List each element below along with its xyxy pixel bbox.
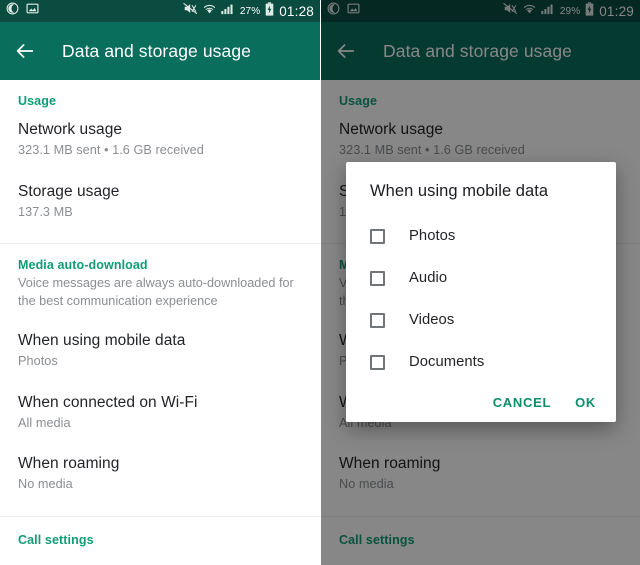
- list-item-subtitle: No media: [18, 477, 73, 492]
- back-arrow-icon[interactable]: [14, 40, 36, 62]
- checkbox-unchecked-icon[interactable]: [370, 354, 385, 370]
- dialog-option-label: Documents: [409, 354, 485, 370]
- dialog-option-list: Photos Audio Videos Documents: [346, 215, 616, 383]
- section-header-usage: Usage: [18, 94, 57, 108]
- list-item-title: Storage usage: [18, 182, 120, 200]
- battery-percent-label: 27%: [239, 5, 261, 17]
- list-item-storage-usage[interactable]: Storage usage 137.3 MB: [0, 160, 320, 222]
- clock-label: 01:28: [279, 3, 314, 19]
- list-item-title: When roaming: [18, 455, 120, 473]
- list-item-when-using-mobile-data[interactable]: When using mobile data Photos: [0, 310, 320, 371]
- moon-icon: [6, 2, 19, 20]
- media-auto-download-blurb: Voice messages are always auto-downloade…: [18, 276, 294, 308]
- dialog-option-videos[interactable]: Videos: [346, 299, 616, 341]
- vibrate-off-icon: [183, 2, 198, 20]
- list-item-title: When connected on Wi-Fi: [18, 393, 198, 411]
- list-item-network-usage[interactable]: Network usage 323.1 MB sent • 1.6 GB rec…: [0, 108, 320, 160]
- checkbox-unchecked-icon[interactable]: [370, 270, 385, 286]
- phone-screen-list: 27% 01:28 Data and storage usage Usage N…: [0, 0, 320, 565]
- dialog-option-label: Videos: [409, 312, 455, 328]
- screenshot-icon: [26, 2, 39, 20]
- dialog-actions: CANCEL OK: [346, 383, 616, 416]
- list-item-when-connected-on-wifi[interactable]: When connected on Wi-Fi All media: [0, 371, 320, 433]
- status-bar: 27% 01:28: [0, 0, 320, 22]
- section-header-call-settings: Call settings: [18, 532, 94, 547]
- dialog-option-label: Photos: [409, 228, 456, 244]
- mobile-data-dialog: When using mobile data Photos Audio Vide…: [346, 162, 616, 422]
- dialog-option-documents[interactable]: Documents: [346, 341, 616, 383]
- list-item-title: Network usage: [18, 121, 123, 138]
- checkbox-unchecked-icon[interactable]: [370, 312, 385, 328]
- list-item-when-roaming[interactable]: When roaming No media: [0, 432, 320, 494]
- list-item-subtitle: All media: [18, 415, 71, 430]
- list-item-subtitle: Photos: [18, 354, 58, 369]
- list-item-subtitle: 323.1 MB sent • 1.6 GB received: [18, 143, 204, 158]
- dialog-option-photos[interactable]: Photos: [346, 215, 616, 257]
- list-item-subtitle: 137.3 MB: [18, 204, 73, 219]
- app-bar: Data and storage usage: [0, 22, 320, 80]
- status-bar-right-icons: 27% 01:28: [183, 1, 314, 21]
- ok-button[interactable]: OK: [575, 395, 596, 410]
- dialog-option-label: Audio: [409, 270, 448, 286]
- status-bar-left-icons: [6, 2, 39, 20]
- screenshot-comparison: 27% 01:28 Data and storage usage Usage N…: [0, 0, 640, 565]
- section-header-media-auto-download: Media auto-download: [18, 258, 148, 273]
- signal-icon: [221, 2, 235, 20]
- page-title: Data and storage usage: [62, 40, 252, 61]
- cancel-button[interactable]: CANCEL: [493, 395, 551, 410]
- battery-icon: [265, 1, 274, 21]
- dialog-option-audio[interactable]: Audio: [346, 257, 616, 299]
- phone-screen-dialog: 29% 01:29 Data and storage usage Usage N…: [320, 0, 640, 565]
- wifi-icon: [203, 2, 216, 20]
- settings-list: Usage Network usage 323.1 MB sent • 1.6 …: [0, 80, 320, 565]
- list-item-title: When using mobile data: [18, 332, 186, 350]
- checkbox-unchecked-icon[interactable]: [370, 228, 385, 244]
- dialog-title: When using mobile data: [370, 182, 549, 200]
